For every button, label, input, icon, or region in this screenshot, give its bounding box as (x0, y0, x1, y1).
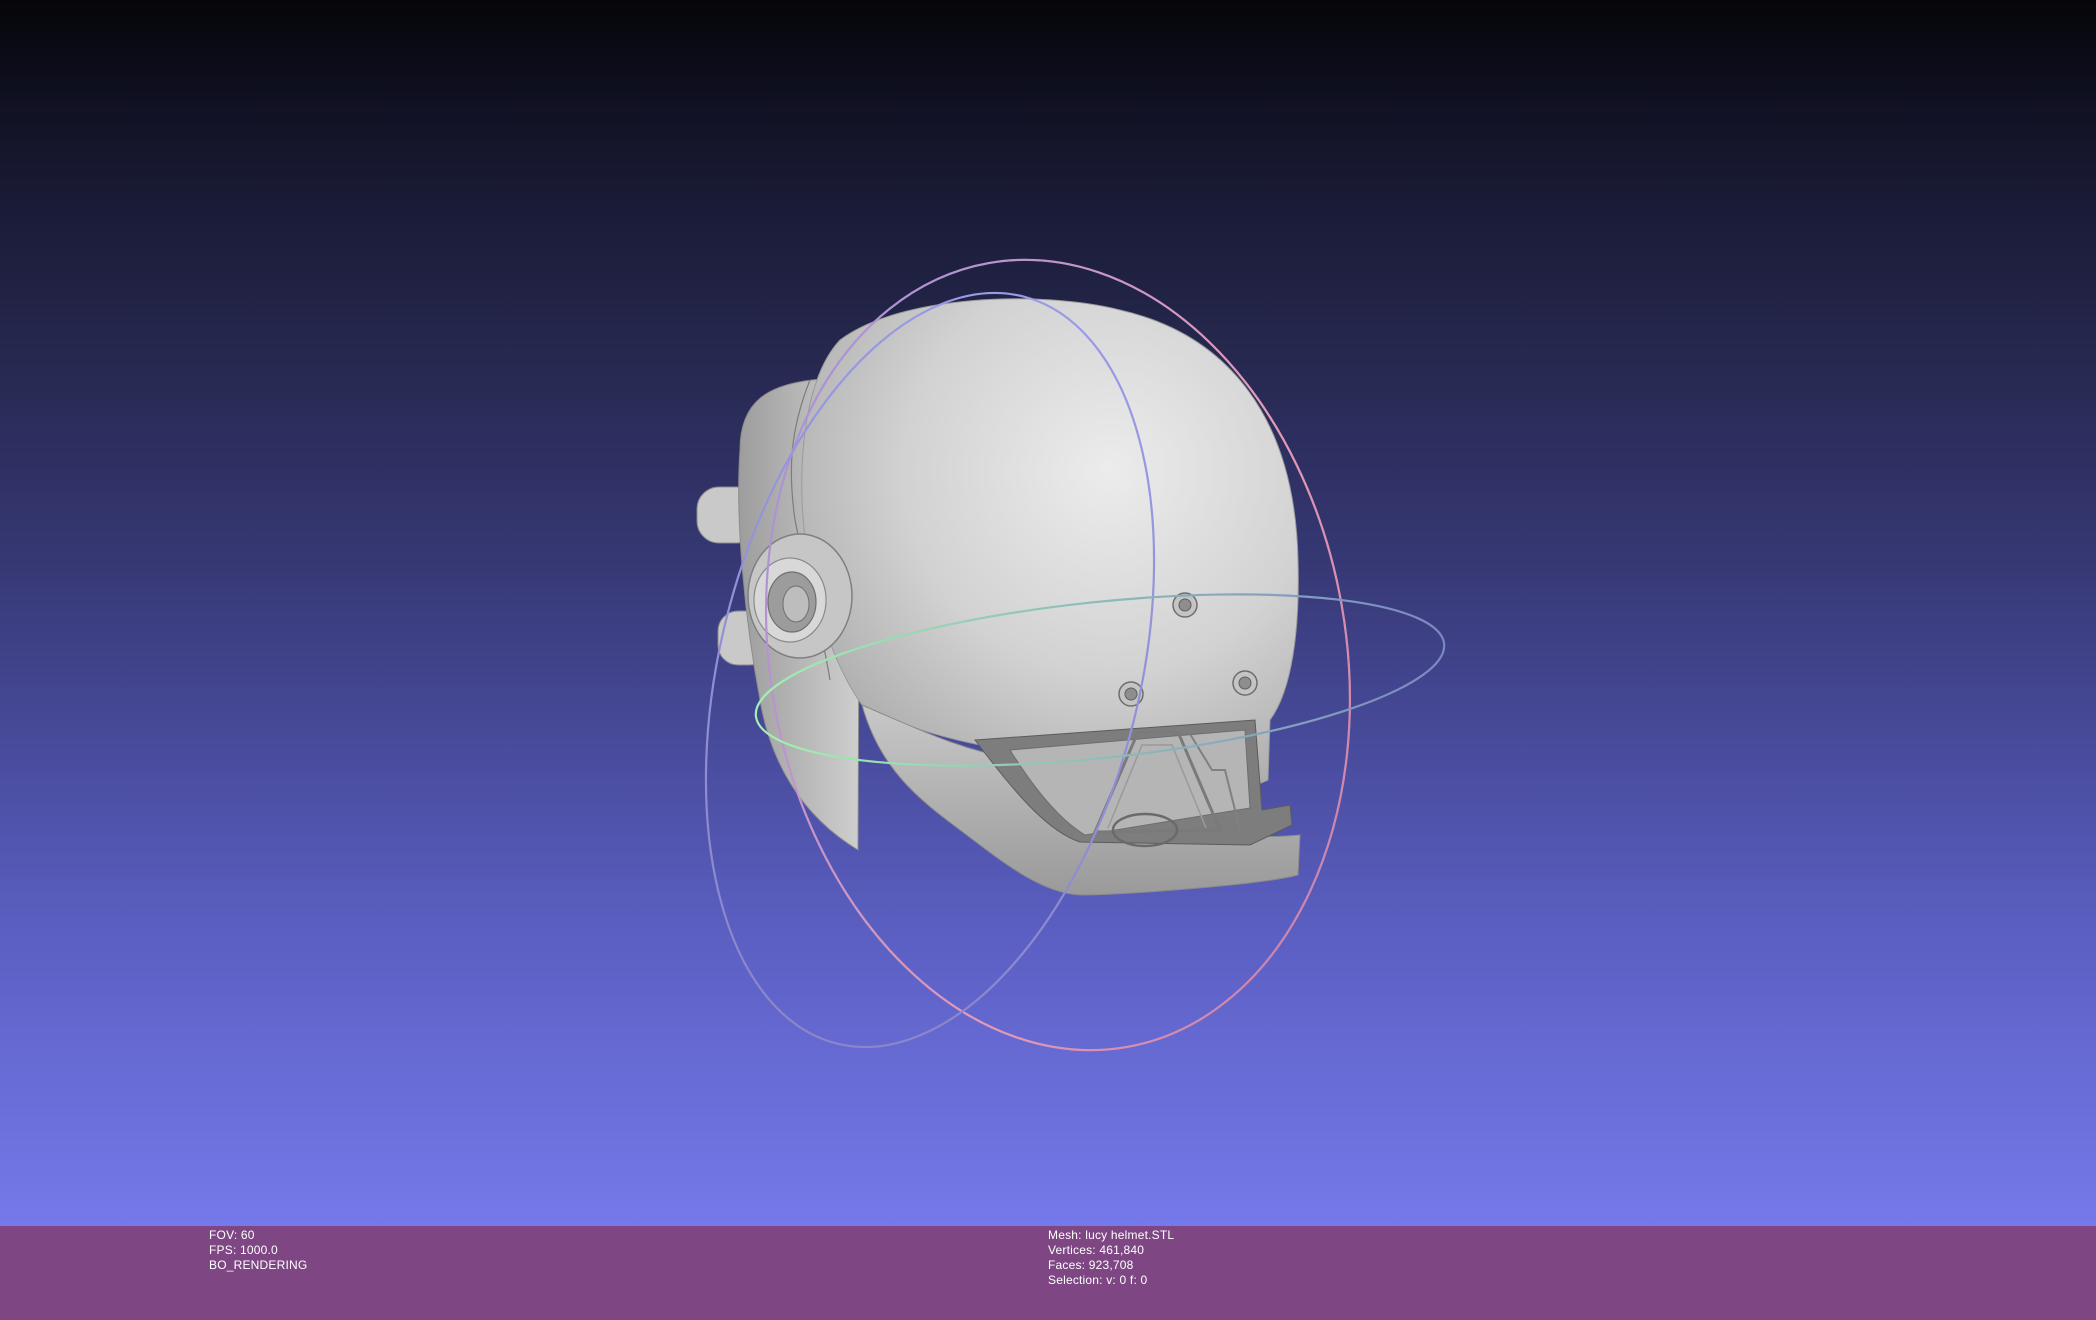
render-mode-label: BO_RENDERING (209, 1258, 308, 1272)
fps-label: FPS: 1000.0 (209, 1243, 278, 1257)
render-info: FOV: 60 FPS: 1000.0 BO_RENDERING (209, 1228, 307, 1273)
selection-label: Selection: v: 0 f: 0 (1048, 1273, 1148, 1287)
3d-viewport[interactable] (0, 0, 2096, 1226)
status-bar: FOV: 60 FPS: 1000.0 BO_RENDERING Mesh: l… (0, 1226, 2096, 1320)
scene-canvas[interactable] (0, 0, 2096, 1226)
vertices-label: Vertices: 461,840 (1048, 1243, 1145, 1257)
mesh-info: Mesh: lucy helmet.STL Vertices: 461,840 … (1048, 1228, 1174, 1288)
helmet-mesh[interactable] (696, 298, 1301, 896)
faces-label: Faces: 923,708 (1048, 1258, 1134, 1272)
fov-label: FOV: 60 (209, 1228, 255, 1242)
mesh-name-label: Mesh: lucy helmet.STL (1048, 1228, 1175, 1242)
ear-piece (747, 533, 853, 659)
